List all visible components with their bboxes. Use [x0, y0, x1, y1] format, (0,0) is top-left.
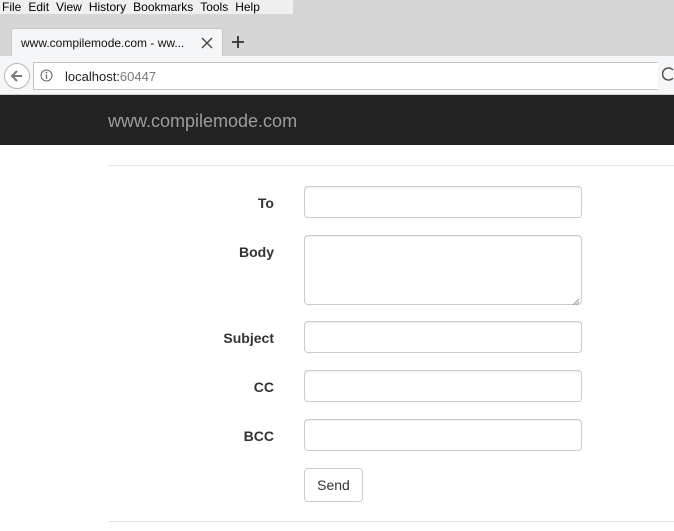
back-button[interactable]	[4, 63, 30, 89]
menu-tools[interactable]: Tools	[200, 0, 228, 14]
divider	[108, 521, 674, 522]
menu-edit[interactable]: Edit	[28, 0, 49, 14]
url-bar[interactable]: localhost:60447	[33, 62, 658, 90]
subject-label: Subject	[223, 330, 274, 346]
cc-label: CC	[253, 379, 274, 395]
to-input[interactable]	[304, 186, 582, 218]
menu-bar: File Edit View History Bookmarks Tools H…	[0, 0, 293, 14]
url-host: localhost:	[65, 69, 120, 84]
brand-link[interactable]: www.compilemode.com	[108, 111, 297, 132]
menu-history[interactable]: History	[89, 0, 126, 14]
info-icon[interactable]	[40, 69, 53, 82]
body-textarea[interactable]	[304, 235, 582, 305]
close-icon[interactable]	[200, 36, 214, 50]
browser-tab[interactable]: www.compilemode.com - ww...	[11, 28, 223, 57]
resize-grip-icon[interactable]	[570, 293, 580, 306]
bcc-label: BCC	[243, 428, 274, 444]
tab-strip: www.compilemode.com - ww...	[0, 14, 674, 57]
menu-bookmarks[interactable]: Bookmarks	[133, 0, 193, 14]
subject-input[interactable]	[304, 321, 582, 353]
tab-title: www.compilemode.com - ww...	[21, 36, 185, 50]
site-navbar: www.compilemode.com	[0, 95, 674, 145]
menu-view[interactable]: View	[56, 0, 82, 14]
bcc-input[interactable]	[304, 419, 582, 451]
menu-help[interactable]: Help	[235, 0, 260, 14]
divider	[108, 165, 674, 166]
navigation-bar: localhost:60447	[0, 56, 674, 95]
menu-bar-filler	[293, 0, 674, 14]
url-text: localhost:60447	[65, 69, 156, 84]
cc-input[interactable]	[304, 370, 582, 402]
send-button[interactable]: Send	[304, 468, 363, 502]
new-tab-icon[interactable]	[230, 34, 246, 50]
to-label: To	[257, 195, 274, 211]
url-port: 60447	[119, 69, 157, 84]
back-arrow-icon	[10, 70, 22, 82]
menu-file[interactable]: File	[2, 0, 21, 14]
reload-icon[interactable]	[661, 66, 674, 82]
body-label: Body	[239, 244, 274, 260]
